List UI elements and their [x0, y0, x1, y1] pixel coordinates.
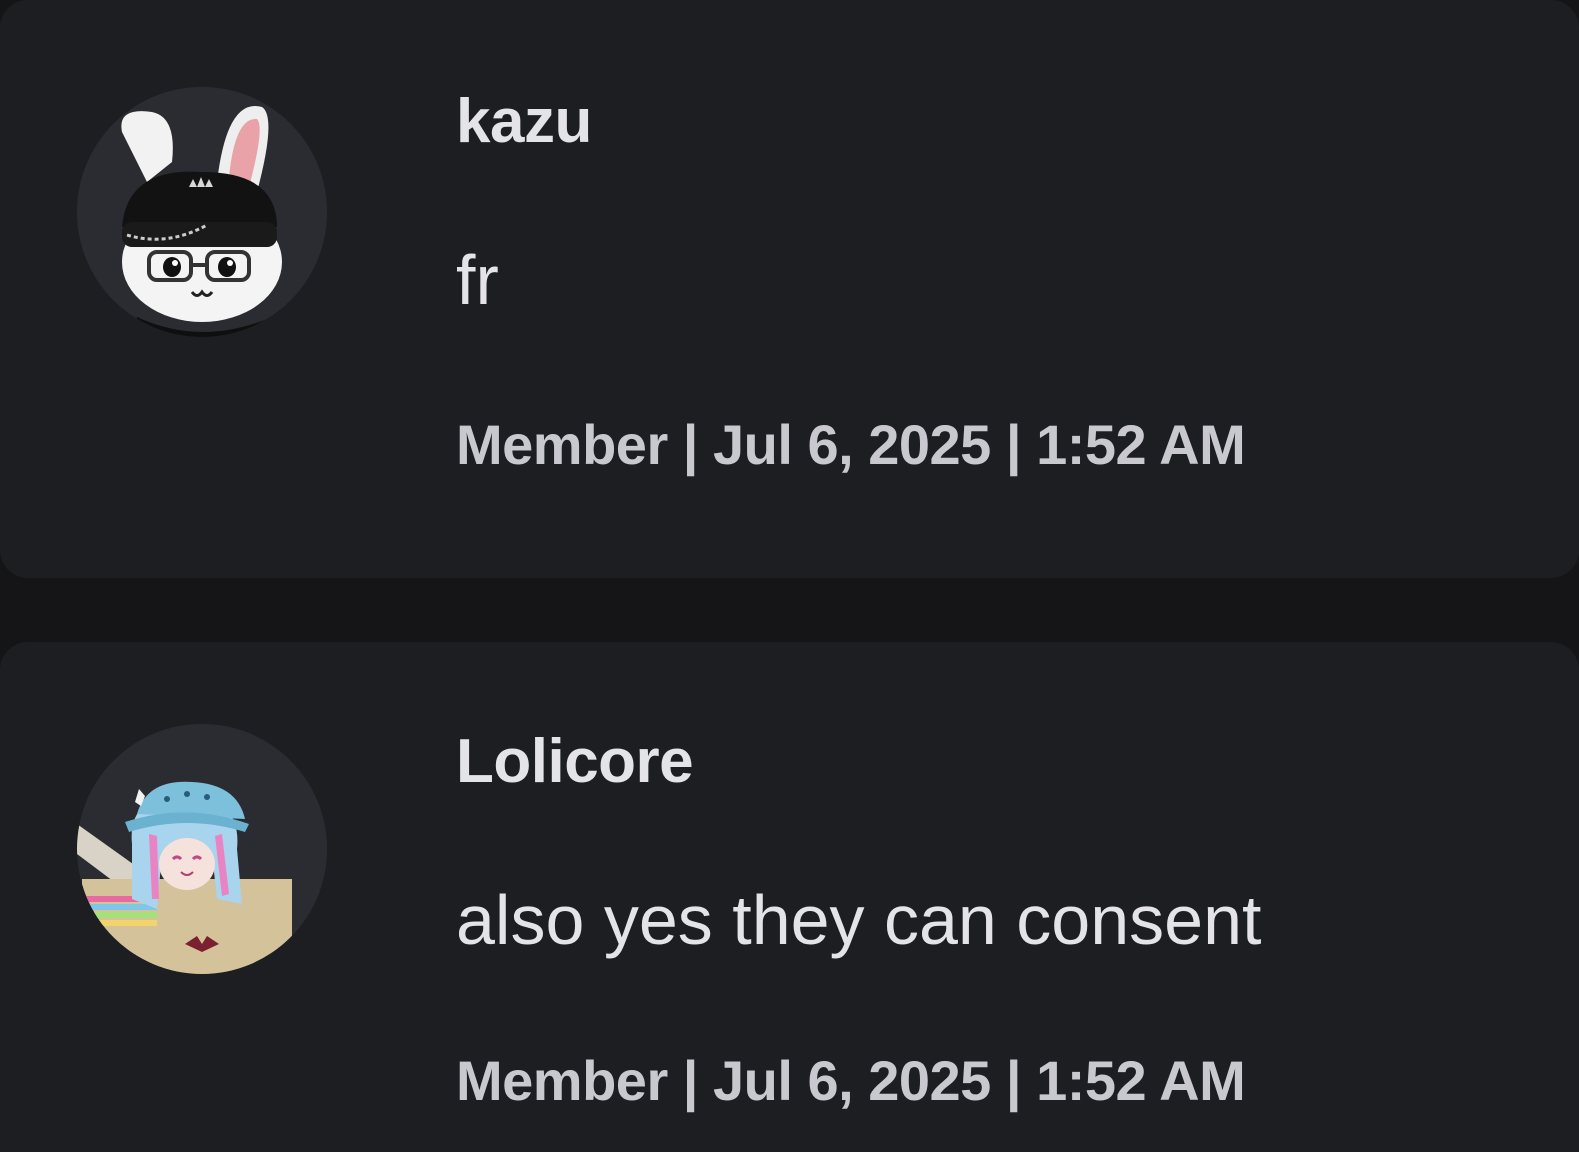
comment-text: fr — [456, 241, 499, 319]
anime-avatar-icon — [77, 724, 327, 974]
comment-feed: kazu fr Member | Jul 6, 2025 | 1:52 AM L… — [0, 0, 1579, 1152]
comment-text: also yes they can consent — [456, 881, 1262, 959]
comment-card: Lolicore also yes they can consent Membe… — [0, 642, 1579, 1152]
comment-meta: Member | Jul 6, 2025 | 1:52 AM — [456, 1049, 1246, 1112]
bunny-avatar-icon — [77, 87, 327, 337]
username[interactable]: kazu — [456, 86, 592, 157]
username[interactable]: Lolicore — [456, 726, 694, 797]
avatar[interactable] — [77, 87, 327, 337]
comment-meta: Member | Jul 6, 2025 | 1:52 AM — [456, 413, 1246, 476]
comment-card: kazu fr Member | Jul 6, 2025 | 1:52 AM — [0, 0, 1579, 578]
avatar[interactable] — [77, 724, 327, 974]
